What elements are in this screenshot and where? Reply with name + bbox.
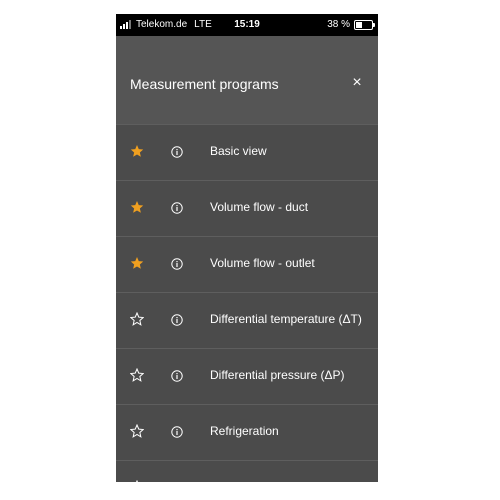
- star-outline-icon[interactable]: [130, 479, 144, 482]
- close-button[interactable]: ×: [346, 72, 368, 94]
- star-filled-icon[interactable]: [130, 200, 144, 214]
- battery-percent: 38 %: [327, 19, 350, 30]
- program-row[interactable]: Refrigeration: [116, 404, 378, 460]
- info-icon[interactable]: [171, 313, 183, 326]
- info-icon[interactable]: [171, 425, 183, 438]
- program-row[interactable]: Volume flow - duct: [116, 180, 378, 236]
- program-label: Target superheat: [210, 480, 300, 482]
- program-row[interactable]: Volume flow - outlet: [116, 236, 378, 292]
- info-icon[interactable]: [171, 369, 183, 382]
- program-row[interactable]: Differential pressure (ΔP): [116, 348, 378, 404]
- program-label: Refrigeration: [210, 424, 279, 438]
- program-label: Volume flow - duct: [210, 200, 309, 214]
- program-label: Volume flow - outlet: [210, 256, 315, 270]
- info-icon[interactable]: [171, 145, 183, 158]
- status-right: 38 %: [327, 19, 375, 30]
- program-row[interactable]: Differential temperature (ΔT): [116, 292, 378, 348]
- program-label: Differential pressure (ΔP): [210, 368, 345, 382]
- program-label: Differential temperature (ΔT): [210, 312, 362, 326]
- star-filled-icon[interactable]: [130, 144, 144, 158]
- star-filled-icon[interactable]: [130, 256, 144, 270]
- status-bar: Telekom.de LTE 15:19 38 %: [116, 14, 378, 36]
- star-outline-icon[interactable]: [129, 367, 145, 382]
- program-label: Basic view: [210, 144, 267, 158]
- page-title: Measurement programs: [130, 76, 279, 92]
- info-icon[interactable]: [171, 481, 183, 482]
- info-icon[interactable]: [171, 201, 183, 214]
- program-row[interactable]: Basic view: [116, 124, 378, 180]
- program-row[interactable]: Target superheat: [116, 460, 378, 482]
- star-outline-icon[interactable]: [129, 423, 145, 438]
- star-outline-icon[interactable]: [129, 311, 145, 326]
- program-list: Basic view Volume flow - duct Volume flow …: [116, 124, 378, 482]
- app-screen: Telekom.de LTE 15:19 38 % Measurement pr…: [116, 14, 378, 482]
- modal-header: Measurement programs ×: [116, 36, 378, 124]
- info-icon[interactable]: [171, 257, 183, 270]
- battery-icon: [354, 19, 375, 30]
